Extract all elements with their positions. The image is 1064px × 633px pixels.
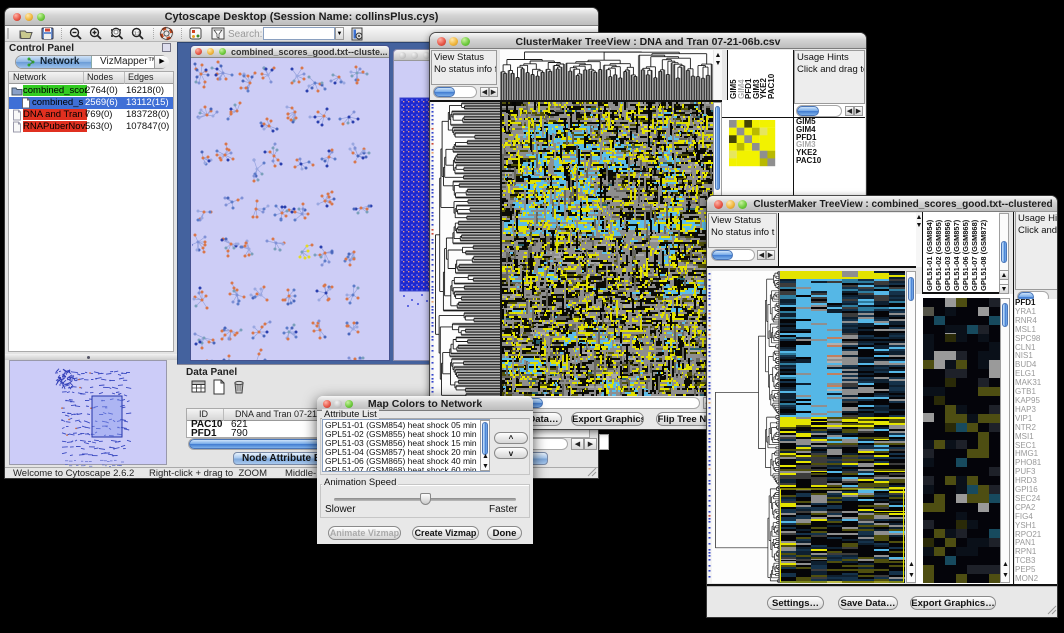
svg-text:1:1: 1:1 — [134, 31, 141, 36]
